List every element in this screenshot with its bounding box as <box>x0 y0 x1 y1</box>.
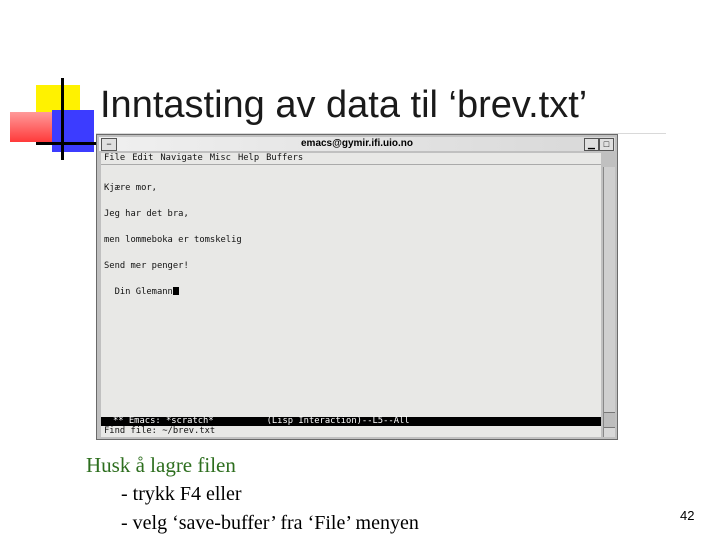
emacs-minibuffer[interactable]: Find file: ~/brev.txt <box>104 427 215 436</box>
emacs-window: − emacs@gymir.ifi.uio.no ▁ □ File Edit N… <box>96 134 618 440</box>
minimize-button[interactable]: ▁ <box>584 138 599 151</box>
page-number: 42 <box>680 508 695 523</box>
menu-edit[interactable]: Edit <box>132 153 153 164</box>
buffer-line: men lommeboka er tomskelig <box>104 234 242 245</box>
note-line: - trykk F4 eller <box>121 483 242 505</box>
buffer-line: Send mer penger! <box>104 260 189 271</box>
slide-title: Inntasting av data til ‘brev.txt’ <box>100 84 588 126</box>
emacs-modeline: ** Emacs: *scratch* (Lisp Interaction)--… <box>101 417 601 426</box>
note-line: - velg ‘save-buffer’ fra ‘File’ menyen <box>121 512 419 534</box>
buffer-line: Jeg har det bra, <box>104 208 189 219</box>
maximize-button[interactable]: □ <box>599 138 614 151</box>
emacs-editor[interactable]: File Edit Navigate Misc Help Buffers Kjæ… <box>101 153 601 437</box>
decorative-vertical-line <box>61 78 64 160</box>
window-title: emacs@gymir.ifi.uio.no <box>300 138 413 149</box>
menu-navigate[interactable]: Navigate <box>160 153 202 164</box>
menu-help[interactable]: Help <box>238 153 259 164</box>
menu-buffers[interactable]: Buffers <box>266 153 303 164</box>
buffer-line: Din Glemann <box>104 287 173 298</box>
vertical-scrollbar[interactable] <box>603 167 615 437</box>
window-titlebar[interactable]: − emacs@gymir.ifi.uio.no ▁ □ <box>99 137 615 151</box>
buffer-line-with-cursor: Din Glemann <box>104 287 242 298</box>
menu-misc[interactable]: Misc <box>210 153 231 164</box>
menu-file[interactable]: File <box>104 153 125 164</box>
buffer-line: Kjære mor, <box>104 183 157 194</box>
buffer-text[interactable]: Kjære mor, Jeg har det bra, men lommebok… <box>104 167 242 313</box>
scrollbar-bottom-button[interactable] <box>604 427 615 437</box>
scrollbar-thumb[interactable] <box>604 167 615 413</box>
text-cursor <box>172 287 179 296</box>
decorative-red-bar <box>10 112 58 142</box>
decorative-blue-square <box>52 110 94 152</box>
emacs-menubar: File Edit Navigate Misc Help Buffers <box>101 153 601 165</box>
decorative-horizontal-line <box>36 142 98 145</box>
note-heading: Husk å lagre filen <box>86 453 236 477</box>
